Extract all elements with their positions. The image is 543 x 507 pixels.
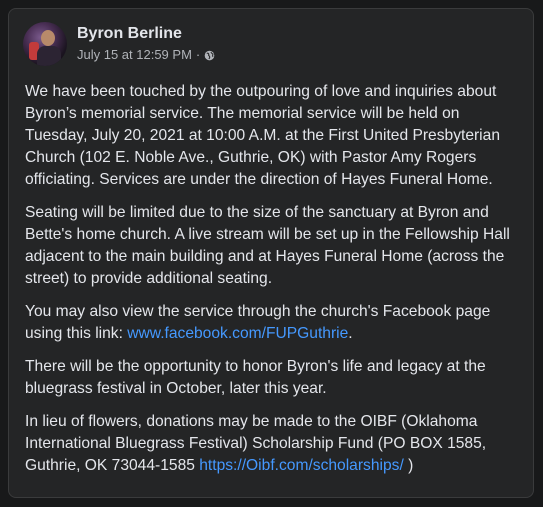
paragraph-text: . bbox=[348, 325, 353, 342]
paragraph: We have been touched by the outpouring o… bbox=[25, 83, 500, 188]
paragraph: There will be the opportunity to honor B… bbox=[25, 358, 486, 397]
facebook-page-link[interactable]: www.facebook.com/FUPGuthrie bbox=[127, 325, 348, 342]
globe-icon[interactable] bbox=[204, 50, 215, 61]
post-body: We have been touched by the outpouring o… bbox=[25, 81, 525, 488]
post-card: Byron Berline July 15 at 12:59 PM · We h… bbox=[8, 8, 534, 498]
paragraph: In lieu of flowers, donations may be mad… bbox=[25, 411, 525, 477]
paragraph: Seating will be limited due to the size … bbox=[25, 204, 510, 287]
avatar-detail bbox=[41, 30, 55, 46]
timestamp[interactable]: July 15 at 12:59 PM bbox=[77, 46, 192, 64]
avatar[interactable] bbox=[23, 22, 67, 66]
avatar-detail bbox=[37, 46, 61, 66]
paragraph-text: ) bbox=[403, 457, 414, 474]
post-header: Byron Berline July 15 at 12:59 PM · bbox=[23, 21, 215, 67]
author-name[interactable]: Byron Berline bbox=[77, 24, 215, 44]
scholarship-link[interactable]: https://Oibf.com/scholarships/ bbox=[199, 457, 404, 474]
post-meta: Byron Berline July 15 at 12:59 PM · bbox=[77, 24, 215, 64]
timestamp-row: July 15 at 12:59 PM · bbox=[77, 46, 215, 64]
separator: · bbox=[195, 47, 201, 62]
paragraph: You may also view the service through th… bbox=[25, 301, 525, 345]
